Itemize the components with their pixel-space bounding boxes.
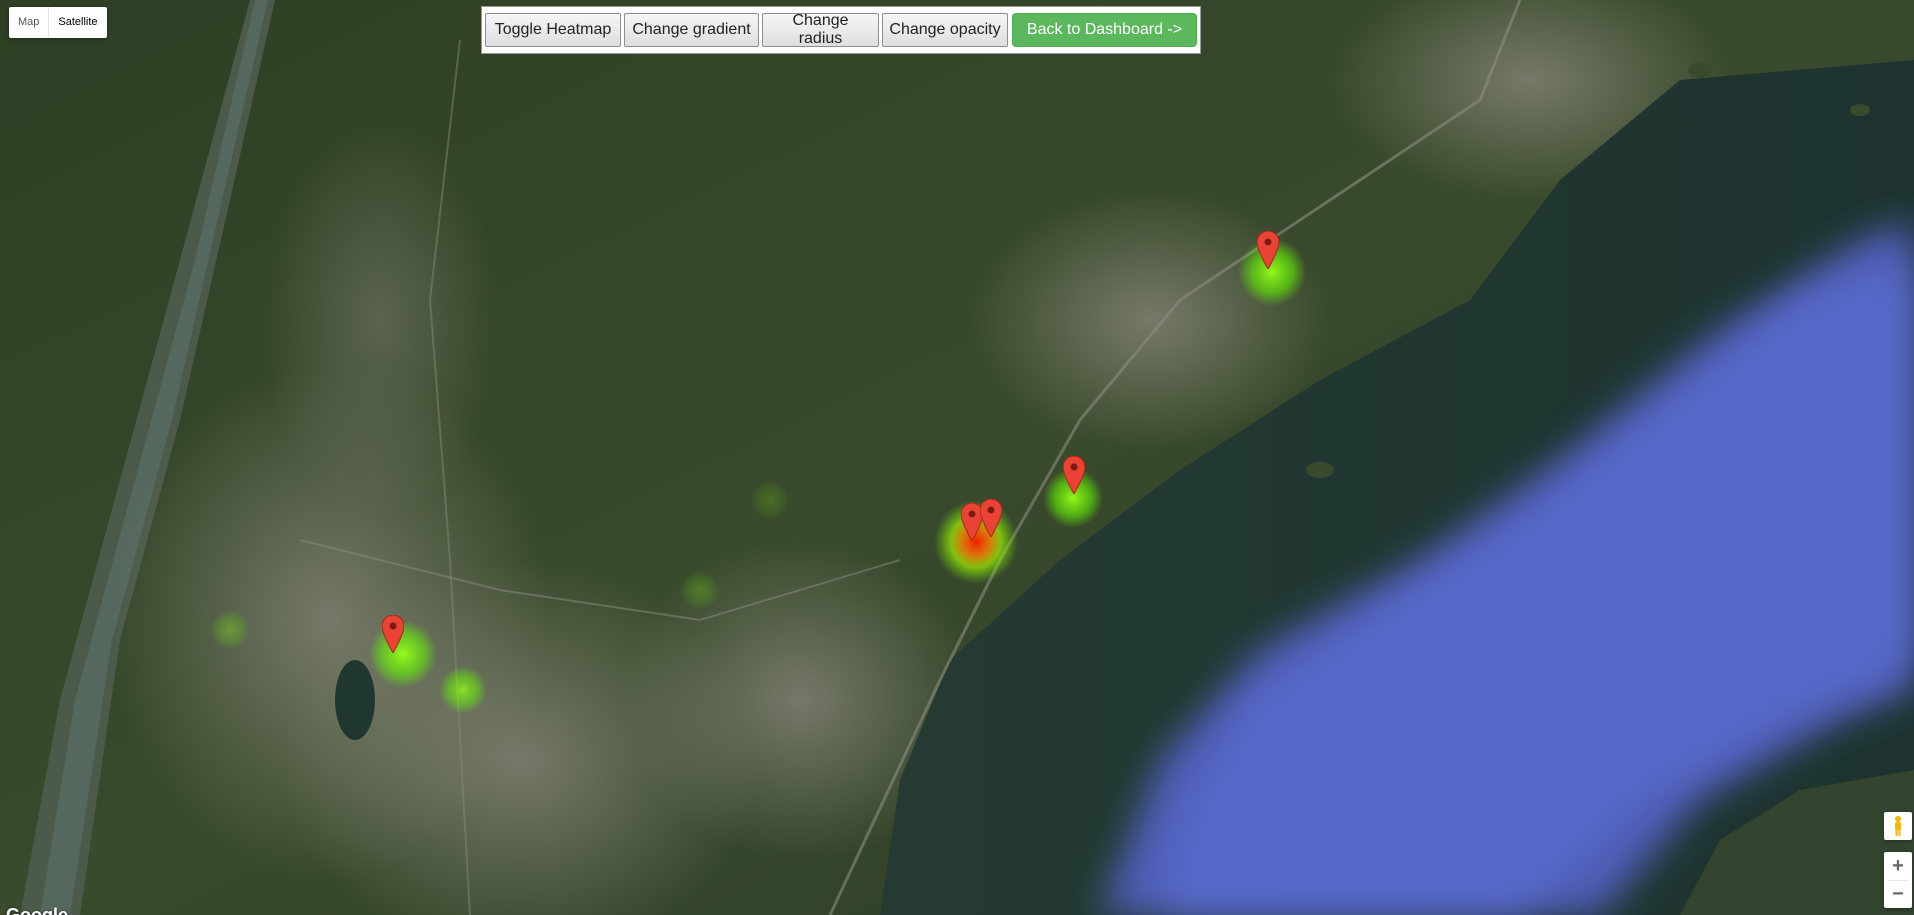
change-radius-button[interactable]: Change radius [762,12,879,47]
back-to-dashboard-button[interactable]: Back to Dashboard -> [1012,13,1197,47]
heatmap-controls-panel: Toggle Heatmap Change gradient Change ra… [481,6,1201,54]
map-pin-icon[interactable] [382,615,404,653]
satellite-imagery [0,0,1914,915]
change-gradient-button[interactable]: Change gradient [624,13,759,47]
map-type-map-button[interactable]: Map [9,7,48,38]
map-pin-icon[interactable] [1063,456,1085,494]
google-logo[interactable]: Google [6,905,68,915]
zoom-out-button[interactable]: − [1884,880,1912,908]
zoom-divider [1888,880,1908,881]
zoom-in-button[interactable]: + [1884,852,1912,880]
change-opacity-button[interactable]: Change opacity [882,13,1008,47]
zoom-control: + − [1884,852,1912,908]
toggle-heatmap-button[interactable]: Toggle Heatmap [485,13,621,47]
map-pin-icon[interactable] [1257,231,1279,269]
satellite-map[interactable]: Map Satellite Toggle Heatmap Change grad… [0,0,1914,915]
map-pin-icon[interactable] [980,499,1002,537]
street-view-control[interactable] [1884,812,1912,840]
street-view-pegman-icon [1895,816,1901,836]
map-type-satellite-button[interactable]: Satellite [49,7,106,38]
map-type-control: Map Satellite [9,7,107,38]
